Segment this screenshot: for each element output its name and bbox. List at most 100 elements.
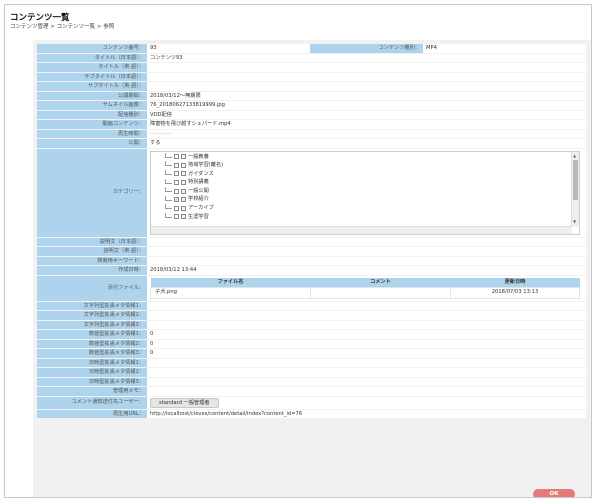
comment-user-chip[interactable]: standard 一般管理者 bbox=[150, 397, 219, 408]
category-item[interactable]: 一般教養 bbox=[153, 152, 571, 162]
distribution-label: 配信種別： bbox=[37, 110, 147, 119]
num-meta-1-value: 0 bbox=[147, 330, 586, 339]
thumbnail-label: サムネイル画像： bbox=[37, 101, 147, 110]
distribution-value: VOD配信 bbox=[147, 110, 586, 119]
str-meta-2-label: 文字列型拡張メタ情報2： bbox=[37, 311, 147, 320]
attachment-filename[interactable]: 子犬.png bbox=[150, 286, 311, 299]
created-at-label: 作成日時： bbox=[37, 266, 147, 275]
desc-en-label: 説明文（英 語）： bbox=[37, 247, 147, 256]
attachments-label: 添付ファイル： bbox=[37, 275, 147, 301]
col-updated: 更新日時 bbox=[450, 277, 580, 287]
num-meta-2-label: 数値型拡張メタ情報2： bbox=[37, 339, 147, 348]
tree-connector bbox=[165, 178, 172, 184]
video-value: 障害物を飛び越すシェパード.mp4 bbox=[147, 120, 586, 129]
date-meta-2-value bbox=[147, 368, 586, 377]
date-meta-3-value bbox=[147, 377, 586, 386]
tree-connector bbox=[165, 152, 172, 158]
category-checkbox[interactable] bbox=[174, 162, 179, 168]
category-checkbox[interactable] bbox=[174, 180, 179, 186]
num-meta-1-label: 数値型拡張メタ情報1： bbox=[37, 330, 147, 339]
document-icon bbox=[181, 188, 186, 194]
title-ja-label: タイトル（日本語）： bbox=[37, 53, 147, 62]
tree-connector bbox=[165, 187, 172, 193]
subtitle-ja-label: サブタイトル（日本語）： bbox=[37, 72, 147, 81]
tree-connector bbox=[165, 204, 172, 210]
category-item[interactable]: ガイダンス bbox=[153, 169, 571, 179]
category-label: 生涯学習 bbox=[188, 213, 209, 220]
content-type-value: MP4 bbox=[423, 44, 586, 53]
folder-icon bbox=[181, 171, 186, 177]
content-no-value: 93 bbox=[147, 44, 310, 53]
desc-ja-value bbox=[147, 237, 586, 246]
category-item[interactable]: 一般公開 bbox=[153, 187, 571, 196]
content-detail-panel: コンテンツ番号： 93 コンテンツ種別： MP4 タイトル（日本語）： コンテンツ… bbox=[33, 40, 591, 497]
tree-connector bbox=[165, 161, 172, 167]
public-value: する bbox=[147, 139, 586, 148]
play-url-value: http://localhost/cleves/content/detail/i… bbox=[147, 409, 586, 418]
admin-memo-label: 管理用メモ： bbox=[37, 387, 147, 396]
content-no-label: コンテンツ番号： bbox=[37, 44, 147, 53]
category-item[interactable]: ✓ 学校紹介 bbox=[153, 195, 571, 204]
search-keyword-value bbox=[147, 256, 586, 265]
folder-icon bbox=[181, 154, 186, 160]
category-item[interactable]: アーカイブ bbox=[153, 204, 571, 213]
num-meta-3-label: 数値型拡張メタ情報3： bbox=[37, 349, 147, 358]
num-meta-3-value: 0 bbox=[147, 349, 586, 358]
table-row: 子犬.png 2018/07/03 13:13 bbox=[150, 286, 580, 299]
category-item[interactable]: 特別講義 bbox=[153, 178, 571, 187]
desc-en-value bbox=[147, 247, 586, 256]
publish-period-label: 公開期間： bbox=[37, 91, 147, 100]
str-meta-3-label: 文字列型拡張メタ情報3： bbox=[37, 320, 147, 329]
category-tree-scrollbar[interactable]: ▲ ▼ bbox=[571, 151, 579, 227]
created-at-value: 2018/03/12 13:44 bbox=[147, 266, 586, 275]
category-label: 地域学習(離名) bbox=[188, 162, 224, 169]
content-detail-form: コンテンツ番号： 93 コンテンツ種別： MP4 タイトル（日本語）： コンテンツ… bbox=[37, 43, 586, 419]
tree-connector bbox=[165, 169, 172, 175]
title-ja-value: コンテンツ93 bbox=[147, 53, 586, 62]
app-window: コンテンツ一覧 コンテンツ管理 > コンテンツ一覧 > 参照 コンテンツ番号： … bbox=[4, 4, 592, 498]
str-meta-2-value bbox=[147, 311, 586, 320]
category-item[interactable]: 生涯学習 bbox=[153, 212, 571, 222]
row-content-no: コンテンツ番号： 93 コンテンツ種別： MP4 bbox=[37, 44, 586, 53]
category-tree-hscrollbar[interactable] bbox=[151, 225, 572, 234]
category-checkbox[interactable] bbox=[174, 154, 179, 160]
scroll-down-icon[interactable]: ▼ bbox=[573, 218, 576, 227]
date-meta-3-label: 日時型拡張メタ情報3： bbox=[37, 377, 147, 386]
thumbnail-value: 76_20180627133819999.jpg bbox=[147, 101, 586, 110]
category-label: 一般教養 bbox=[188, 153, 209, 160]
category-checkbox[interactable] bbox=[174, 214, 179, 220]
title-en-label: タイトル（英 語）： bbox=[37, 63, 147, 72]
date-meta-1-value bbox=[147, 358, 586, 367]
ok-button[interactable]: OK bbox=[533, 489, 575, 497]
folder-icon bbox=[181, 205, 186, 211]
scrollbar-thumb[interactable] bbox=[573, 159, 578, 200]
category-checkbox[interactable] bbox=[174, 171, 179, 177]
content-type-label: コンテンツ種別： bbox=[310, 44, 423, 53]
search-keyword-label: 検索用キーワード： bbox=[37, 256, 147, 265]
playback-time-label: 再生時間： bbox=[37, 129, 147, 138]
comment-user-label: コメント通知送付先ユーザー： bbox=[37, 396, 147, 409]
category-label: 一般公開 bbox=[188, 187, 209, 194]
col-filename: ファイル名 bbox=[150, 277, 311, 287]
category-checkbox[interactable] bbox=[174, 205, 179, 211]
video-label: 動画コンテンツ： bbox=[37, 120, 147, 129]
category-label: 学校紹介 bbox=[188, 196, 209, 203]
str-meta-1-label: 文字列型拡張メタ情報1： bbox=[37, 301, 147, 310]
subtitle-en-value bbox=[147, 82, 586, 91]
date-meta-1-label: 日時型拡張メタ情報1： bbox=[37, 358, 147, 367]
tree-connector bbox=[165, 212, 172, 218]
attachments-table: ファイル名 コメント 更新日時 子犬.png 2018/07/03 13:13 bbox=[150, 277, 580, 299]
subtitle-en-label: サブタイトル（英 語）： bbox=[37, 82, 147, 91]
breadcrumb: コンテンツ管理 > コンテンツ一覧 > 参照 bbox=[10, 24, 115, 30]
date-meta-2-label: 日時型拡張メタ情報2： bbox=[37, 368, 147, 377]
document-icon bbox=[181, 214, 186, 220]
category-label: ガイダンス bbox=[188, 170, 214, 177]
play-url-label: 再生用URL： bbox=[37, 409, 147, 418]
desc-ja-label: 説明文（日本語）： bbox=[37, 237, 147, 246]
category-checkbox[interactable]: ✓ bbox=[174, 197, 179, 203]
category-checkbox[interactable] bbox=[174, 188, 179, 194]
document-icon bbox=[181, 180, 186, 186]
category-item[interactable]: 地域学習(離名) bbox=[153, 161, 571, 170]
attachment-updated: 2018/07/03 13:13 bbox=[450, 286, 580, 299]
public-label: 公開： bbox=[37, 139, 147, 148]
